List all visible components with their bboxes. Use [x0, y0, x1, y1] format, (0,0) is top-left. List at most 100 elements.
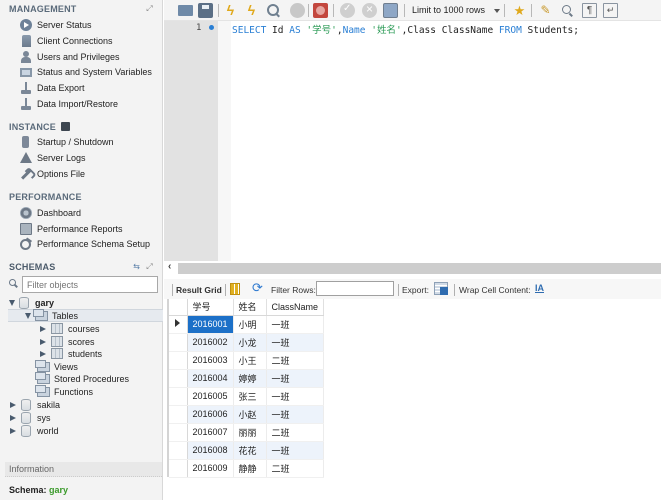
autocommit-icon[interactable]	[383, 3, 398, 18]
toggle-error-icon[interactable]	[313, 3, 328, 18]
nav-users-privileges[interactable]: Users and Privileges	[20, 49, 160, 64]
table-row[interactable]: 2016005 张三 一班	[169, 387, 325, 406]
schema-gary[interactable]: gary	[9, 296, 54, 309]
row-header[interactable]	[169, 423, 188, 442]
table-cell[interactable]: 静静	[233, 459, 267, 478]
tree-table-students[interactable]: students	[40, 347, 102, 360]
table-cell[interactable]: 小龙	[233, 333, 267, 352]
nav-server-logs[interactable]: Server Logs	[20, 150, 160, 165]
expand-schemas-icon[interactable]: ⤢	[145, 262, 154, 271]
table-cell[interactable]: 2016001	[187, 315, 234, 334]
table-row[interactable]: 2016008 花花 一班	[169, 441, 325, 460]
table-cell[interactable]: 花花	[233, 441, 267, 460]
tree-functions[interactable]: Functions	[35, 384, 93, 398]
nav-options-file[interactable]: Options File	[20, 166, 160, 181]
table-row[interactable]: 2016003 小王 二班	[169, 351, 325, 370]
expand-arrow-icon[interactable]	[10, 401, 16, 408]
rollback-icon[interactable]	[362, 2, 377, 18]
table-row[interactable]: 2016002 小龙 一班	[169, 333, 325, 352]
filter-rows-input[interactable]	[316, 281, 394, 296]
filter-objects-input[interactable]	[22, 276, 158, 293]
add-snippet-icon[interactable]: ★	[512, 3, 527, 18]
table-cell[interactable]: 2016002	[187, 333, 234, 352]
wrap-cell-icon[interactable]: IA	[535, 283, 544, 293]
execute-icon[interactable]: ϟ	[223, 3, 238, 18]
nav-server-status[interactable]: Server Status	[20, 17, 160, 32]
row-header[interactable]	[169, 369, 188, 388]
result-grid-tab[interactable]: Result Grid	[176, 285, 222, 295]
expand-arrow-icon[interactable]	[40, 338, 46, 345]
table-cell[interactable]: 二班	[266, 351, 325, 370]
table-row[interactable]: 2016007 丽丽 二班	[169, 423, 325, 442]
expand-icon[interactable]: ⤢	[145, 4, 154, 13]
refresh-schemas-icon[interactable]: ⇆	[132, 262, 141, 271]
table-cell[interactable]: 一班	[266, 369, 325, 388]
table-cell[interactable]: 小王	[233, 351, 267, 370]
table-cell[interactable]: 张三	[233, 387, 267, 406]
table-cell[interactable]: 小明	[233, 315, 267, 334]
tree-tables[interactable]: Tables	[25, 308, 78, 322]
table-cell[interactable]: 二班	[266, 459, 325, 478]
table-cell[interactable]: 一班	[266, 441, 325, 460]
expand-arrow-icon[interactable]	[10, 427, 16, 434]
column-header[interactable]: 学号	[187, 299, 234, 316]
row-header[interactable]	[169, 441, 188, 460]
table-cell[interactable]: 丽丽	[233, 423, 267, 442]
commit-icon[interactable]	[340, 3, 355, 18]
nav-dashboard[interactable]: Dashboard	[20, 205, 160, 220]
tree-stored-procedures[interactable]: Stored Procedures	[35, 371, 129, 385]
nav-performance-reports[interactable]: Performance Reports	[20, 221, 160, 236]
table-cell[interactable]: 婷婷	[233, 369, 267, 388]
nav-status-variables[interactable]: Status and System Variables	[20, 64, 160, 79]
refresh-icon[interactable]: ⟳	[252, 281, 263, 295]
export-icon[interactable]	[434, 282, 448, 295]
invisible-chars-icon[interactable]: ¶	[582, 3, 597, 18]
column-header[interactable]: ClassName	[266, 299, 325, 316]
table-cell[interactable]: 2016003	[187, 351, 234, 370]
table-cell[interactable]: 一班	[266, 315, 325, 334]
table-cell[interactable]: 2016004	[187, 369, 234, 388]
table-cell[interactable]: 2016005	[187, 387, 234, 406]
table-cell[interactable]: 小赵	[233, 405, 267, 424]
row-header[interactable]	[169, 459, 188, 478]
beautify-icon[interactable]: ✎	[538, 3, 553, 18]
expand-arrow-icon[interactable]	[40, 325, 46, 332]
table-cell[interactable]: 2016009	[187, 459, 234, 478]
schema-world[interactable]: world	[10, 424, 59, 437]
schema-sakila[interactable]: sakila	[10, 398, 60, 411]
tree-table-courses[interactable]: courses	[40, 322, 100, 335]
chevron-down-icon[interactable]	[494, 9, 500, 13]
execute-current-icon[interactable]: ϟ	[244, 3, 259, 18]
row-header[interactable]	[169, 405, 188, 424]
sql-query-text[interactable]: SELECT Id AS '学号',Name '姓名',Class ClassN…	[232, 22, 579, 36]
collapse-arrow-icon[interactable]	[9, 299, 15, 306]
stop-icon[interactable]	[290, 3, 305, 18]
find-icon[interactable]	[560, 3, 575, 18]
nav-startup-shutdown[interactable]: Startup / Shutdown	[20, 134, 160, 149]
expand-arrow-icon[interactable]	[10, 414, 16, 421]
table-row[interactable]: 2016006 小赵 一班	[169, 405, 325, 424]
schema-sys[interactable]: sys	[10, 411, 51, 424]
information-panel-header[interactable]: Information	[5, 462, 162, 477]
table-cell[interactable]: 一班	[266, 387, 325, 406]
column-header[interactable]: 姓名	[233, 299, 267, 316]
scrollbar-thumb[interactable]	[178, 263, 661, 274]
row-header[interactable]	[169, 315, 188, 334]
row-header[interactable]	[169, 333, 188, 352]
collapse-arrow-icon[interactable]	[25, 312, 31, 319]
grid-icon[interactable]	[230, 283, 240, 295]
table-cell[interactable]: 2016008	[187, 441, 234, 460]
word-wrap-icon[interactable]: ↵	[603, 3, 618, 18]
table-cell[interactable]: 2016007	[187, 423, 234, 442]
nav-client-connections[interactable]: Client Connections	[20, 33, 160, 48]
table-row[interactable]: 2016009 静静 二班	[169, 459, 325, 478]
open-file-icon[interactable]	[178, 5, 193, 16]
nav-data-export[interactable]: Data Export	[20, 80, 160, 95]
limit-rows-select[interactable]: Limit to 1000 rows	[409, 3, 506, 18]
explain-icon[interactable]	[266, 3, 281, 18]
row-header[interactable]	[169, 351, 188, 370]
scroll-left-icon[interactable]: ‹	[168, 261, 171, 272]
save-icon[interactable]	[198, 3, 213, 18]
table-cell[interactable]: 2016006	[187, 405, 234, 424]
table-row[interactable]: 2016001 小明 一班	[169, 315, 325, 334]
